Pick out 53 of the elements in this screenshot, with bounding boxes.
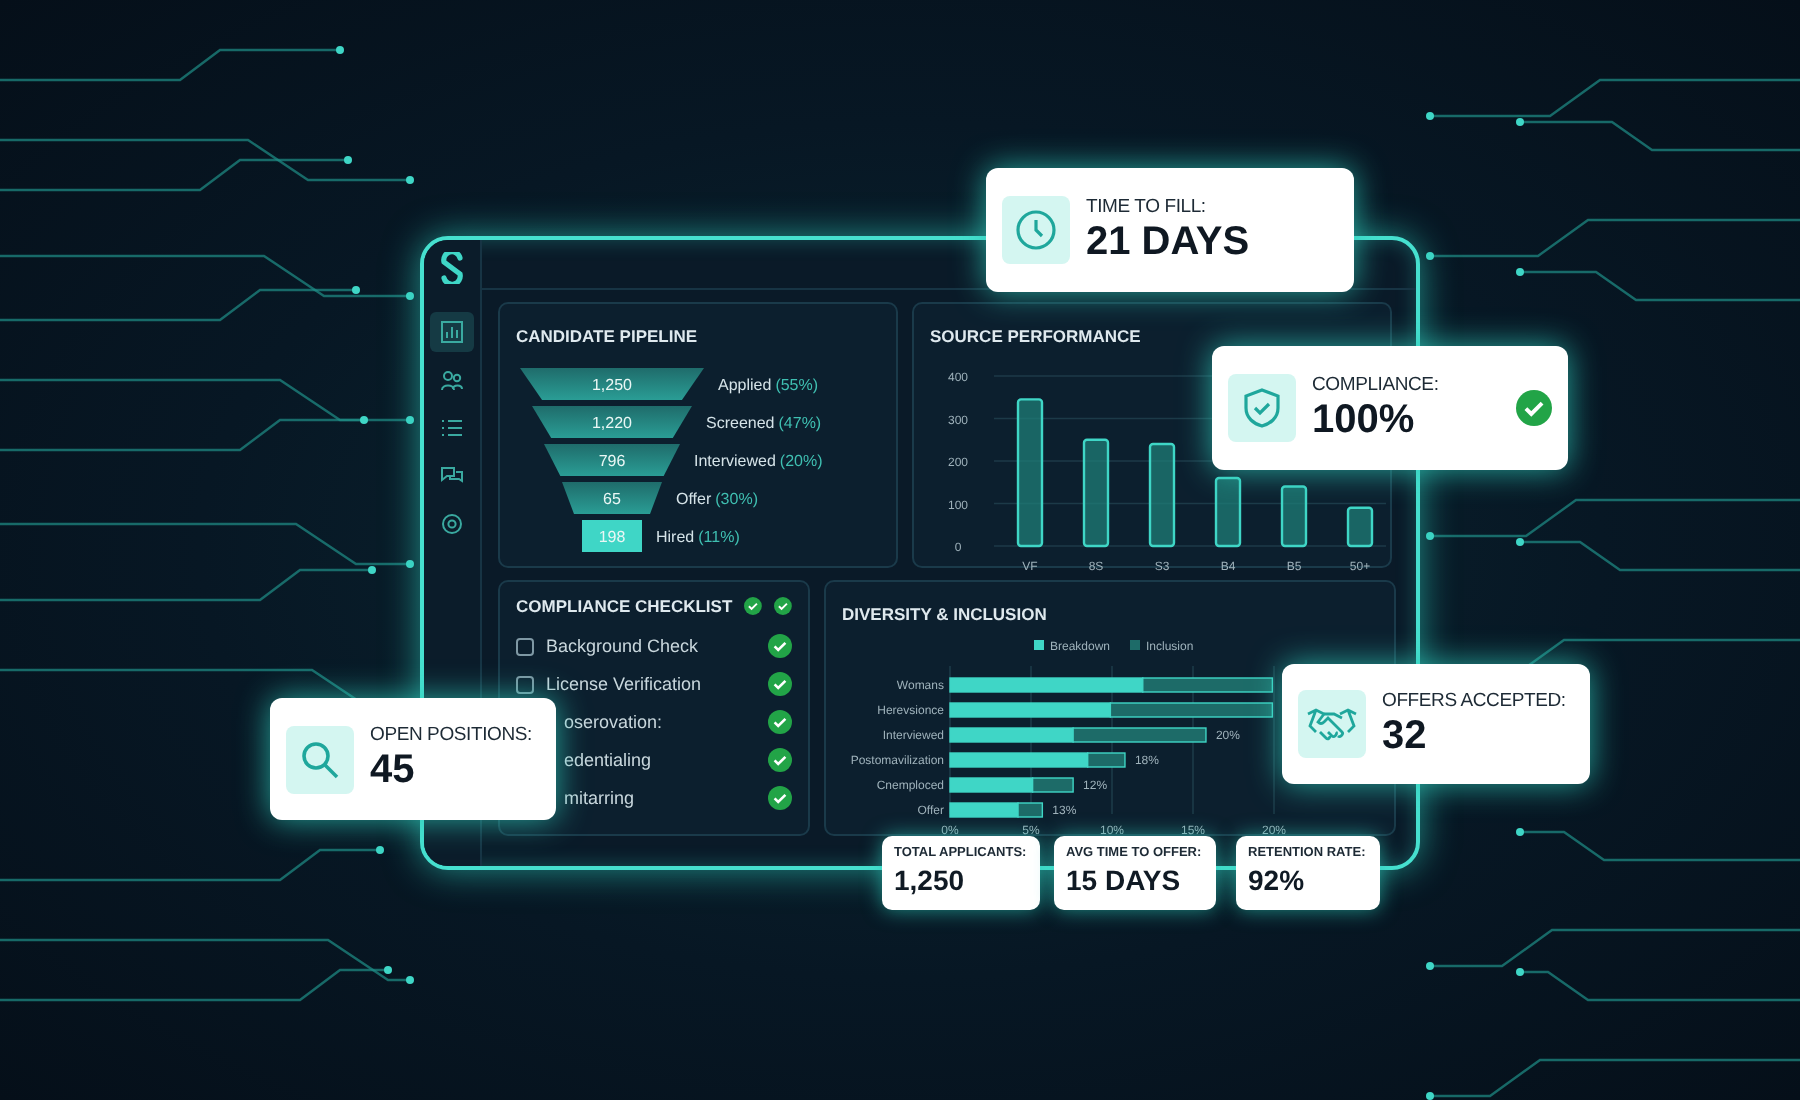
stage-percent: (55%) [775,375,819,393]
stage-label: Screened [706,413,775,431]
stage-label: Applied [718,375,772,393]
panel-title: COMPLIANCE CHECKLIST [516,596,733,616]
funnel-stage: 1,250 [520,368,704,400]
checklist-label: License Verification [546,674,704,694]
stage-label: Hired [656,527,695,545]
stat-value: 1,250 [894,864,967,896]
bar [1280,485,1308,548]
logo-icon [438,252,466,284]
funnel-stage: 1,220 [532,406,692,438]
panel-title: SOURCE PERFORMANCE [930,326,1141,346]
stat-value: 92% [1248,864,1307,896]
metric-label: COMPLIANCE: [1312,373,1441,395]
metric-label: TIME TO FILL: [1086,195,1208,217]
bar [1214,476,1242,548]
checklist-label: oserovation: [564,712,665,732]
stage-percent: (11%) [698,527,740,545]
metric-label: OPEN POSITIONS: [370,724,534,746]
handshake-icon [1306,704,1358,744]
stage-label: Interviewed [694,451,776,469]
funnel-stage: 65 [562,482,662,514]
metric-value: 100% [1312,397,1417,443]
list-icon [440,416,464,440]
stage-percent: (20%) [779,451,823,469]
stage-percent: (30%) [715,489,758,507]
metric-value: 45 [370,748,417,794]
stage-label: Offer [676,489,712,507]
search-icon [298,737,342,781]
chart-icon [440,320,464,344]
chat-icon [440,464,464,488]
stage-percent: (47%) [778,413,822,431]
funnel-stage: 796 [544,444,680,476]
bar [1082,438,1110,548]
panel-title: CANDIDATE PIPELINE [516,326,698,346]
bar [1148,442,1176,548]
metric-label: OFFERS ACCEPTED: [1382,689,1568,711]
gear-icon [440,512,464,536]
funnel-stage: 198 [582,520,642,552]
checkbox[interactable] [516,637,534,655]
checklist-label: Background Check [546,636,701,656]
clock-icon [1014,208,1058,252]
panel-title: DIVERSITY & INCLUSION [842,604,1047,624]
metric-value: 21 DAYS [1086,219,1252,265]
sidebar-item[interactable] [430,312,474,352]
checklist-label: mitarring [564,788,637,808]
checklist-label: edentialing [564,750,654,770]
metric-value: 32 [1382,713,1429,759]
users-icon [440,368,464,392]
bar [1346,506,1374,548]
shield-icon [1240,386,1284,430]
stat-value: 15 DAYS [1066,864,1183,896]
checkbox[interactable] [516,675,534,693]
